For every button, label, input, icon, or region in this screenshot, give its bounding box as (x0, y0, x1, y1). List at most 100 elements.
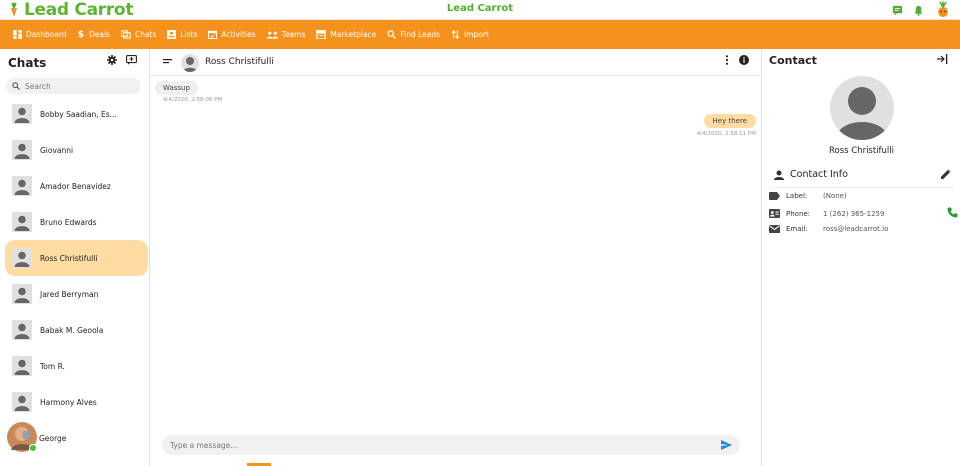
chat-item-label: Tom R. (40, 361, 65, 371)
chat-item-label: Harmony Alves (40, 397, 97, 407)
label-tag-icon (769, 192, 780, 200)
chat-item-label: Bruno Edwards (40, 217, 97, 227)
chat-item-label: Jared Berryman (40, 289, 99, 299)
nav-label: Marketplace (330, 30, 377, 39)
chat-item-label: Ross Christifulli (40, 253, 98, 263)
divider (769, 187, 954, 188)
store-icon (316, 30, 327, 39)
message-input[interactable] (170, 440, 710, 450)
message-icon[interactable] (892, 5, 903, 16)
search-input[interactable] (25, 81, 135, 91)
chat-item-harmony-alves[interactable]: Harmony Alves (5, 384, 148, 420)
message-timestamp: 4/4/2020, 2:58:06 PM (163, 97, 223, 103)
chat-item-babak-geoola[interactable]: Babak M. Geoola (5, 312, 148, 348)
carrot-logo-icon (11, 2, 17, 17)
avatar-photo (7, 422, 39, 454)
email-value[interactable]: ross@leadcarrot.io (823, 225, 888, 233)
avatar (12, 356, 32, 376)
contact-name: Ross Christifulli (828, 146, 895, 156)
search-icon (387, 30, 397, 39)
contact-card-icon (769, 209, 780, 218)
nav-marketplace[interactable]: Marketplace (316, 20, 376, 49)
avatar (12, 284, 32, 304)
label-value: (None) (823, 192, 847, 200)
chat-search[interactable] (6, 78, 141, 94)
avatar (12, 320, 32, 340)
contact-avatar (830, 76, 894, 140)
collapse-panel-icon[interactable] (937, 54, 948, 64)
email-key: Email: (786, 225, 808, 233)
nav-label: Find Leads (400, 30, 441, 39)
avatar (12, 104, 32, 124)
nav-find-leads[interactable]: Find Leads (387, 20, 440, 49)
nav-label: Import (464, 30, 489, 39)
chat-icon (120, 30, 131, 39)
edit-icon[interactable] (941, 169, 951, 179)
person-icon (14, 215, 30, 231)
nav-import[interactable]: Import (451, 20, 489, 49)
nav-dashboard[interactable]: Dashboard (13, 20, 67, 49)
more-vert-icon[interactable] (725, 55, 729, 65)
nav-deals[interactable]: $ Deals (78, 20, 110, 49)
contact-label-row: Label: (None) (769, 192, 954, 200)
person-icon (14, 143, 30, 159)
chat-item-amador-benavidez[interactable]: Amador Benavidez (5, 168, 148, 204)
conversation-name: Ross Christifulli (205, 57, 274, 67)
person-icon (14, 323, 30, 339)
chat-item-bobby-saadian[interactable]: Bobby Saadian, Es... (5, 96, 148, 132)
message-incoming: Wassup (155, 81, 198, 95)
chat-sidebar: Chats Bobby Saadian, Es... Giovanni Amad… (0, 49, 150, 466)
nav-lists[interactable]: Lists (167, 20, 197, 49)
new-chat-icon[interactable] (126, 55, 137, 65)
nav-label: Lists (180, 30, 198, 39)
label-key: Label: (786, 192, 808, 200)
chat-item-label: Giovanni (40, 145, 74, 155)
app-title: Lead Carrot (446, 3, 514, 14)
chat-item-ross-christifulli[interactable]: Ross Christifulli (5, 240, 148, 276)
dollar-icon: $ (77, 29, 84, 40)
info-icon[interactable] (739, 55, 749, 65)
gear-icon[interactable] (107, 55, 117, 65)
contact-info-header: Contact Info (774, 169, 952, 180)
chat-item-bruno-edwards[interactable]: Bruno Edwards (5, 204, 148, 240)
person-icon (14, 107, 30, 123)
chat-item-tom-r[interactable]: Tom R. (5, 348, 148, 384)
person-icon (836, 87, 888, 140)
chat-list: Bobby Saadian, Es... Giovanni Amador Ben… (5, 96, 148, 456)
person-icon (14, 179, 30, 195)
chat-item-label: Babak M. Geoola (40, 325, 104, 335)
call-icon[interactable] (947, 207, 958, 218)
contact-panel: Contact Ross Christifulli Contact Info L… (761, 49, 960, 466)
bell-icon[interactable] (913, 5, 924, 16)
avatar (12, 248, 32, 268)
message-composer[interactable] (162, 435, 740, 455)
calendar-icon (208, 30, 218, 39)
send-icon[interactable] (721, 440, 732, 450)
online-status-dot (29, 444, 37, 452)
avatar (12, 176, 32, 196)
nav-activities[interactable]: Activities (208, 20, 256, 49)
conversation-panel: Ross Christifulli Wassup 4/4/2020, 2:58:… (150, 49, 761, 466)
person-icon (14, 359, 30, 375)
chat-item-giovanni[interactable]: Giovanni (5, 132, 148, 168)
nav-label: Teams (281, 30, 306, 39)
nav-teams[interactable]: Teams (266, 20, 306, 49)
phone-key: Phone: (786, 209, 811, 218)
email-icon (769, 225, 780, 233)
list-icon (167, 30, 177, 39)
dashboard-icon (13, 30, 22, 39)
menu-icon[interactable] (163, 58, 172, 65)
chat-item-jared-berryman[interactable]: Jared Berryman (5, 276, 148, 312)
nav-label: Chats (134, 30, 157, 39)
chat-item-george[interactable]: George (5, 420, 148, 456)
contact-email-row: Email: ross@leadcarrot.io (769, 225, 954, 233)
chats-title: Chats (8, 56, 47, 70)
nav-chats[interactable]: Chats (120, 20, 157, 49)
logo[interactable]: Lead Carrot (6, 0, 133, 20)
import-icon (451, 30, 460, 39)
conversation-header: Ross Christifulli (150, 49, 761, 76)
team-icon (266, 31, 278, 39)
contact-info-title: Contact Info (790, 169, 848, 180)
chat-item-label: Bobby Saadian, Es... (40, 109, 117, 119)
user-avatar-icon[interactable] (934, 1, 952, 19)
